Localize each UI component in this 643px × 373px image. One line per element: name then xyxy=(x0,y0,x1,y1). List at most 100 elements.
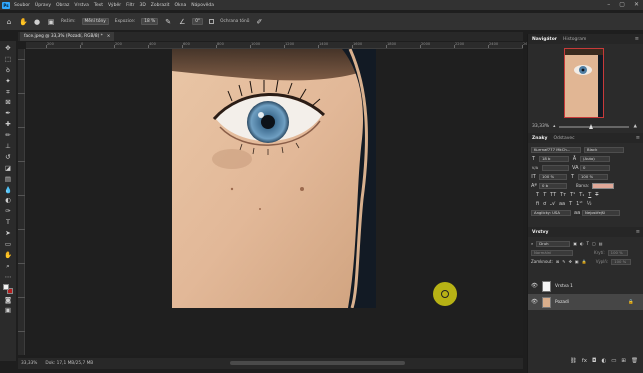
more-tools-icon[interactable]: ⋯ xyxy=(2,272,14,282)
kerning-field[interactable] xyxy=(542,164,569,171)
lock-transparent-icon[interactable]: ⊠ xyxy=(556,259,559,264)
brush-tool-icon[interactable]: ✏ xyxy=(2,130,14,140)
menu-image[interactable]: Obraz xyxy=(56,3,69,8)
lock-artboard-icon[interactable]: ▣ xyxy=(575,259,579,264)
menu-help[interactable]: Nápověda xyxy=(191,3,214,8)
tab-character[interactable]: Znaky xyxy=(532,136,547,141)
lock-position-icon[interactable]: ✥ xyxy=(569,259,572,264)
ordinals-icon[interactable]: 1ˢᵗ xyxy=(576,201,583,207)
menu-type[interactable]: Text xyxy=(94,3,103,8)
gradient-tool-icon[interactable]: ▤ xyxy=(2,174,14,184)
protect-tones-checkbox[interactable] xyxy=(209,19,215,24)
clone-stamp-tool-icon[interactable]: ⊥ xyxy=(2,141,14,151)
blur-tool-icon[interactable]: 💧 xyxy=(2,185,14,195)
burn-tool-preset-icon[interactable]: ✋ xyxy=(19,18,28,26)
baseline-shift-field[interactable]: 0 b xyxy=(539,182,567,189)
lasso-tool-icon[interactable]: ꝺ xyxy=(2,65,14,75)
brush-settings-icon[interactable]: ▣ xyxy=(47,18,55,26)
filter-smart-icon[interactable]: ▤ xyxy=(599,241,603,246)
adjustment-layer-icon[interactable]: ◐ xyxy=(601,358,606,367)
strikethrough-icon[interactable]: T xyxy=(595,192,598,198)
menu-view[interactable]: Zobrazit xyxy=(151,3,170,8)
lock-all-icon[interactable]: 🔒 xyxy=(582,259,587,264)
font-style-select[interactable]: Black xyxy=(584,146,624,153)
minimize-icon[interactable]: – xyxy=(607,1,610,8)
marquee-tool-icon[interactable]: ⬚ xyxy=(2,54,14,64)
tab-layers[interactable]: Vrstvy xyxy=(532,230,548,235)
foreground-color-swatch[interactable] xyxy=(3,283,9,290)
horizontal-ruler[interactable]: 200 0 200 400 600 800 1000 1200 1400 1600 1800 2000… xyxy=(26,42,532,49)
photoshop-logo-icon[interactable]: Ps xyxy=(2,1,10,9)
faux-italic-icon[interactable]: T xyxy=(543,192,546,198)
filter-type-icon[interactable]: T xyxy=(587,241,589,246)
path-selection-tool-icon[interactable]: ➤ xyxy=(2,228,14,238)
menu-edit[interactable]: Úpravy xyxy=(35,3,51,8)
subscript-icon[interactable]: T₁ xyxy=(579,192,584,198)
tab-paragraph[interactable]: Odstavec xyxy=(553,136,574,141)
maximize-icon[interactable]: ▢ xyxy=(619,1,625,8)
filter-adjust-icon[interactable]: ◐ xyxy=(580,241,584,246)
status-zoom[interactable]: 33,33% xyxy=(21,361,37,366)
layer-lock-icon[interactable]: 🔒 xyxy=(628,300,634,305)
menu-window[interactable]: Okna xyxy=(174,3,186,8)
screen-mode-icon[interactable]: ▣ xyxy=(2,305,14,315)
eyedropper-tool-icon[interactable]: ✒ xyxy=(2,108,14,118)
menu-file[interactable]: Soubor xyxy=(14,3,30,8)
filter-shape-icon[interactable]: ▢ xyxy=(592,241,596,246)
dodge-tool-icon[interactable]: ◐ xyxy=(2,195,14,205)
visibility-eye-icon[interactable]: 👁 xyxy=(531,299,538,305)
visibility-eye-icon[interactable]: 👁 xyxy=(531,283,538,289)
exposure-field[interactable]: 18 % xyxy=(141,18,159,25)
canvas-area[interactable] xyxy=(26,49,523,355)
quick-mask-icon[interactable]: ◙ xyxy=(2,295,14,305)
pressure-size-icon[interactable]: ✐ xyxy=(255,18,263,26)
lock-paint-icon[interactable]: ✎ xyxy=(562,259,565,264)
move-tool-icon[interactable]: ✥ xyxy=(2,43,14,53)
filter-pixel-icon[interactable]: ▣ xyxy=(573,241,577,246)
ligatures-icon[interactable]: ﬁ xyxy=(536,201,539,207)
opacity-field[interactable]: 100 % xyxy=(607,249,628,256)
horizontal-scrollbar[interactable] xyxy=(230,361,405,365)
slider-knob[interactable] xyxy=(589,123,594,129)
panel-menu-icon[interactable]: ≡ xyxy=(636,229,640,235)
healing-brush-tool-icon[interactable]: ✚ xyxy=(2,119,14,129)
brush-preset-icon[interactable]: ● xyxy=(33,18,41,26)
tracking-field[interactable]: 0 xyxy=(580,164,610,171)
layer-name[interactable]: Vrstva 1 xyxy=(555,284,573,289)
vertical-ruler[interactable] xyxy=(18,49,25,355)
shape-tool-icon[interactable]: ▭ xyxy=(2,239,14,249)
color-swatches[interactable] xyxy=(2,283,14,295)
small-caps-icon[interactable]: Tт xyxy=(560,192,566,198)
delete-layer-icon[interactable]: 🗑 xyxy=(631,358,638,367)
zoom-tool-icon[interactable]: ⌕ xyxy=(2,261,14,271)
mode-select[interactable]: Mění tóny xyxy=(81,18,109,25)
all-caps-icon[interactable]: TT xyxy=(550,192,556,198)
panel-menu-icon[interactable]: ≡ xyxy=(635,36,639,42)
faux-bold-icon[interactable]: T xyxy=(536,192,539,198)
horizontal-scale-field[interactable]: 100 % xyxy=(578,173,608,180)
type-tool-icon[interactable]: T xyxy=(2,217,14,227)
history-brush-tool-icon[interactable]: ↺ xyxy=(2,152,14,162)
pen-tool-icon[interactable]: ✑ xyxy=(2,206,14,216)
layer-row[interactable]: 👁 Vrstva 1 xyxy=(528,278,643,294)
swash-icon[interactable]: 𝒜 xyxy=(550,201,555,207)
leading-field[interactable]: (Auto) xyxy=(580,155,610,162)
old-style-icon[interactable]: ơ xyxy=(543,201,546,207)
filter-kind-select[interactable]: Druh xyxy=(536,240,571,247)
text-color-swatch[interactable] xyxy=(592,182,615,189)
photo-face-eye-closeup[interactable] xyxy=(172,49,376,308)
tab-histogram[interactable]: Histogram xyxy=(563,37,586,42)
blend-mode-select[interactable]: Normální xyxy=(531,249,573,256)
fill-field[interactable]: 100 % xyxy=(611,258,632,265)
titling-alternates-icon[interactable]: T xyxy=(569,201,572,207)
menu-3d[interactable]: 3D xyxy=(139,3,145,8)
status-doc-size[interactable]: Dok: 17,1 MB/25,7 MB xyxy=(45,361,93,366)
close-tab-icon[interactable]: × xyxy=(107,34,111,39)
home-icon[interactable]: ⌂ xyxy=(5,18,13,26)
font-family-select[interactable]: Kurrnaf777 MkCh... xyxy=(531,146,581,153)
menu-select[interactable]: Výběr xyxy=(108,3,121,8)
link-layers-icon[interactable]: ⛓ xyxy=(570,358,577,367)
layer-name[interactable]: Pozadí xyxy=(555,300,569,305)
crop-tool-icon[interactable]: ⌗ xyxy=(2,87,14,97)
zoom-in-icon[interactable]: ▲ xyxy=(633,124,636,129)
